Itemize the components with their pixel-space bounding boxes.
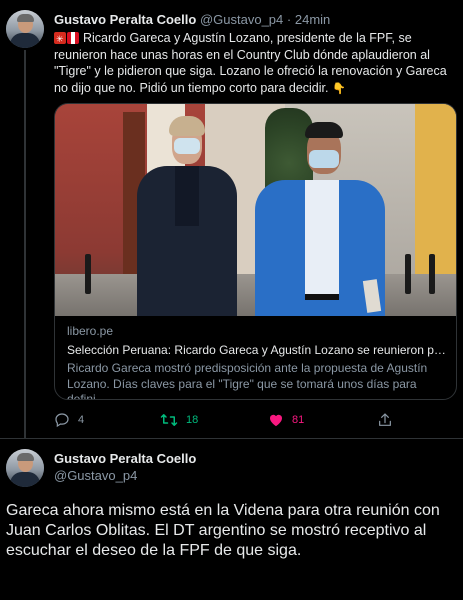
tweet-header: Gustavo Peralta Coello @Gustavo_p4 · 24m…	[54, 12, 330, 27]
separator-dot: ·	[286, 12, 292, 27]
retweet-count: 18	[186, 414, 199, 426]
tweet-actions: 4 18 81	[54, 412, 454, 432]
retweet-button[interactable]: 18	[160, 412, 198, 428]
tweet-text: Gareca ahora mismo está en la Videna par…	[6, 502, 440, 559]
tweet-body-text: Ricardo Gareca y Agustín Lozano, preside…	[54, 31, 447, 95]
peru-flag-icon	[67, 32, 79, 44]
retweet-icon	[160, 412, 178, 428]
like-button[interactable]: 81	[268, 412, 304, 427]
user-handle[interactable]: @Gustavo_p4	[200, 12, 283, 27]
tweet-timestamp[interactable]: 24min	[295, 12, 330, 27]
user-handle[interactable]: @Gustavo_p4	[54, 468, 196, 484]
avatar[interactable]	[6, 10, 44, 48]
tweet-text: Ricardo Gareca y Agustín Lozano, preside…	[54, 30, 454, 97]
reply-icon	[54, 412, 70, 428]
card-photo	[55, 104, 456, 316]
share-button[interactable]	[377, 412, 393, 428]
avatar[interactable]	[6, 449, 44, 487]
tweet-header: Gustavo Peralta Coello @Gustavo_p4	[54, 451, 196, 484]
like-count: 81	[292, 413, 305, 426]
display-name[interactable]: Gustavo Peralta Coello	[54, 451, 196, 466]
reply-button[interactable]: 4	[54, 412, 84, 428]
share-icon	[377, 412, 393, 428]
tweet-reply[interactable]: Gustavo Peralta Coello @Gustavo_p4 Garec…	[0, 438, 463, 600]
reply-count: 4	[78, 414, 85, 426]
link-preview-card[interactable]: libero.pe Selección Peruana: Ricardo Gar…	[54, 103, 457, 400]
tweet-main[interactable]: Gustavo Peralta Coello @Gustavo_p4 · 24m…	[0, 0, 463, 438]
heart-icon	[268, 412, 284, 427]
red-asterisk-emoji-icon	[54, 31, 66, 48]
card-domain: libero.pe	[67, 324, 114, 338]
thread-connector-line	[24, 50, 26, 438]
display-name[interactable]: Gustavo Peralta Coello	[54, 12, 196, 27]
card-description: Ricardo Gareca mostró predisposición ant…	[67, 361, 428, 400]
card-title: Selección Peruana: Ricardo Gareca y Agus…	[67, 342, 447, 357]
pointing-down-hand-icon: 👇	[331, 82, 346, 95]
